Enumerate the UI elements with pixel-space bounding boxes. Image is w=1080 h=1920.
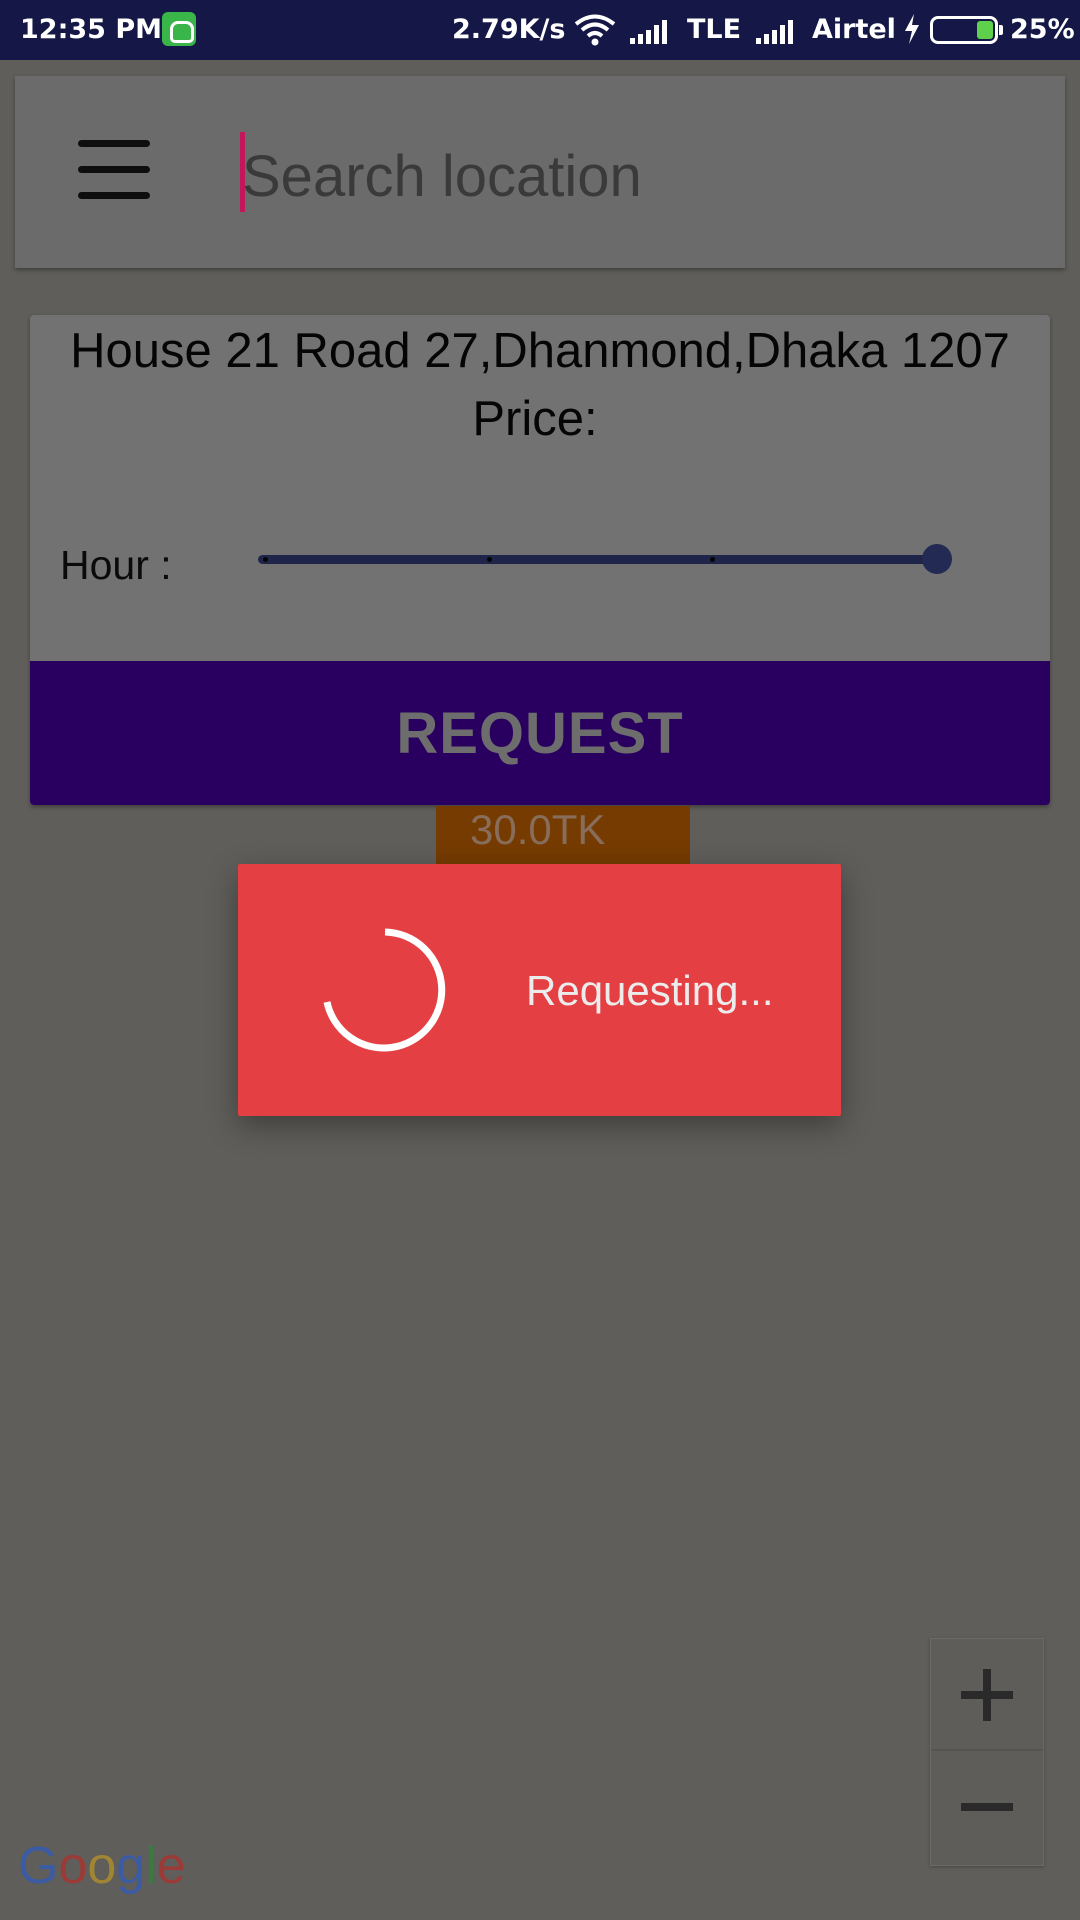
battery-percent: 25% [1010,14,1075,45]
wifi-icon [574,13,616,56]
hour-slider[interactable] [258,555,938,564]
hour-label: Hour : [60,542,172,588]
slider-tick [263,557,268,562]
status-time: 12:35 PM [20,14,163,45]
google-logo: Google [18,1837,186,1895]
signal-strength-icon [756,18,793,44]
request-button[interactable]: REQUEST [30,661,1050,805]
zoom-controls [930,1638,1044,1866]
dialog-message: Requesting... [526,967,774,1014]
zoom-in-button[interactable] [931,1639,1043,1751]
network-type: TLE [687,14,742,45]
signal-strength-icon [630,18,667,44]
price-label: Price: [472,392,598,446]
hamburger-menu-icon[interactable] [64,136,150,206]
slider-tick [710,557,715,562]
network-speed: 2.79K/s [452,14,566,45]
carrier-name: Airtel [812,14,896,45]
search-input[interactable] [242,136,1042,216]
loading-spinner-icon [323,928,446,1052]
slider-tick [487,557,492,562]
slider-thumb[interactable] [922,544,952,574]
battery-icon [930,16,1003,44]
marker-price: 30.0TK [470,806,606,853]
status-bar: 12:35 PM 2.79K/s TLE Airtel 25% [0,0,1080,60]
zoom-out-button[interactable] [931,1753,1043,1865]
charging-icon [903,13,921,54]
app-notification-icon [162,12,196,46]
address-text: House 21 Road 27,Dhanmond,Dhaka 1207 [70,324,1010,378]
